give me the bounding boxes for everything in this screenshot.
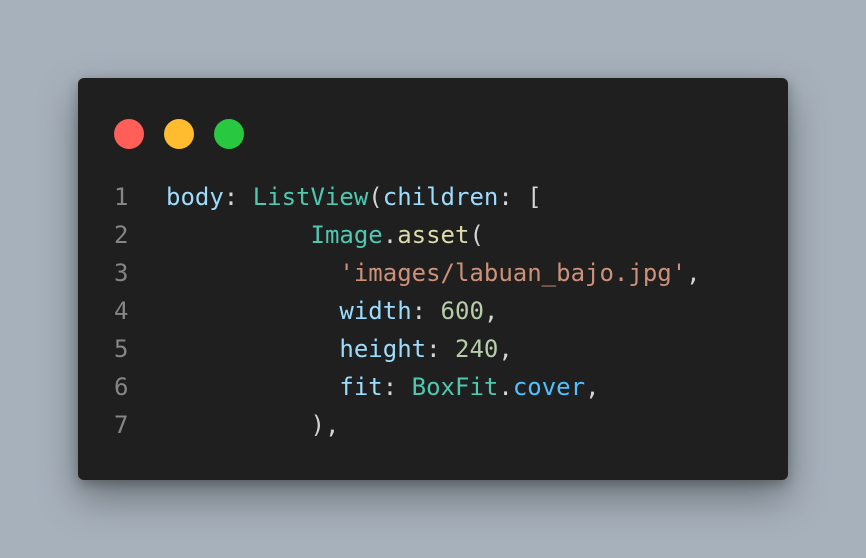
- code-token: ,: [483, 297, 499, 325]
- minimize-dot-icon[interactable]: [164, 119, 194, 149]
- code-token: BoxFit: [411, 373, 499, 401]
- code-token: .: [382, 221, 398, 249]
- code-text: width: 600,: [166, 292, 498, 330]
- line-number: 3: [114, 259, 129, 287]
- code-line: 6 fit: BoxFit.cover,: [78, 368, 788, 406]
- code-token: 240: [455, 335, 499, 363]
- code-token: fit: [339, 373, 383, 401]
- code-token: :: [223, 183, 253, 211]
- line-number: 7: [114, 411, 129, 439]
- code-token: body: [166, 183, 224, 211]
- code-text: Image.asset(: [166, 216, 484, 254]
- code-token: height: [339, 335, 427, 363]
- code-token: Image: [310, 221, 383, 249]
- code-token: ListView: [252, 183, 369, 211]
- code-token: cover: [512, 373, 586, 401]
- code-text: fit: BoxFit.cover,: [166, 368, 600, 406]
- code-line: 3 'images/labuan_bajo.jpg',: [78, 254, 788, 292]
- code-token: :: [411, 297, 441, 325]
- code-window: 1 body: ListView(children: [2 Image.asset…: [78, 78, 788, 480]
- code-line: 1 body: ListView(children: [: [78, 178, 788, 216]
- line-number: 4: [114, 297, 129, 325]
- code-token: asset: [397, 221, 470, 249]
- code-line: 4 width: 600,: [78, 292, 788, 330]
- code-line: 7 ),: [78, 406, 788, 444]
- line-number: 6: [114, 373, 129, 401]
- code-text: 'images/labuan_bajo.jpg',: [166, 254, 701, 292]
- code-line: 5 height: 240,: [78, 330, 788, 368]
- code-token: ),: [310, 411, 340, 439]
- close-dot-icon[interactable]: [114, 119, 144, 149]
- code-token: : [: [498, 183, 542, 211]
- code-block: 1 body: ListView(children: [2 Image.asset…: [78, 178, 788, 444]
- code-text: height: 240,: [166, 330, 513, 368]
- code-token: (: [469, 221, 484, 249]
- line-number: 5: [114, 335, 129, 363]
- code-token: 600: [440, 297, 484, 325]
- code-line: 2 Image.asset(: [78, 216, 788, 254]
- code-token: ,: [585, 373, 600, 401]
- line-number: 2: [114, 221, 129, 249]
- code-token: 'images/labuan_bajo.jpg': [339, 259, 687, 287]
- window-controls: [114, 119, 244, 149]
- code-token: (: [368, 183, 383, 211]
- code-token: width: [339, 297, 412, 325]
- code-text: ),: [166, 406, 340, 444]
- maximize-dot-icon[interactable]: [214, 119, 244, 149]
- code-token: ,: [686, 259, 701, 287]
- code-token: ,: [498, 335, 513, 363]
- code-token: :: [426, 335, 455, 363]
- code-token: :: [382, 373, 412, 401]
- code-text: body: ListView(children: [: [166, 178, 542, 216]
- code-token: children: [382, 183, 499, 211]
- line-number: 1: [114, 183, 129, 211]
- code-token: .: [498, 373, 513, 401]
